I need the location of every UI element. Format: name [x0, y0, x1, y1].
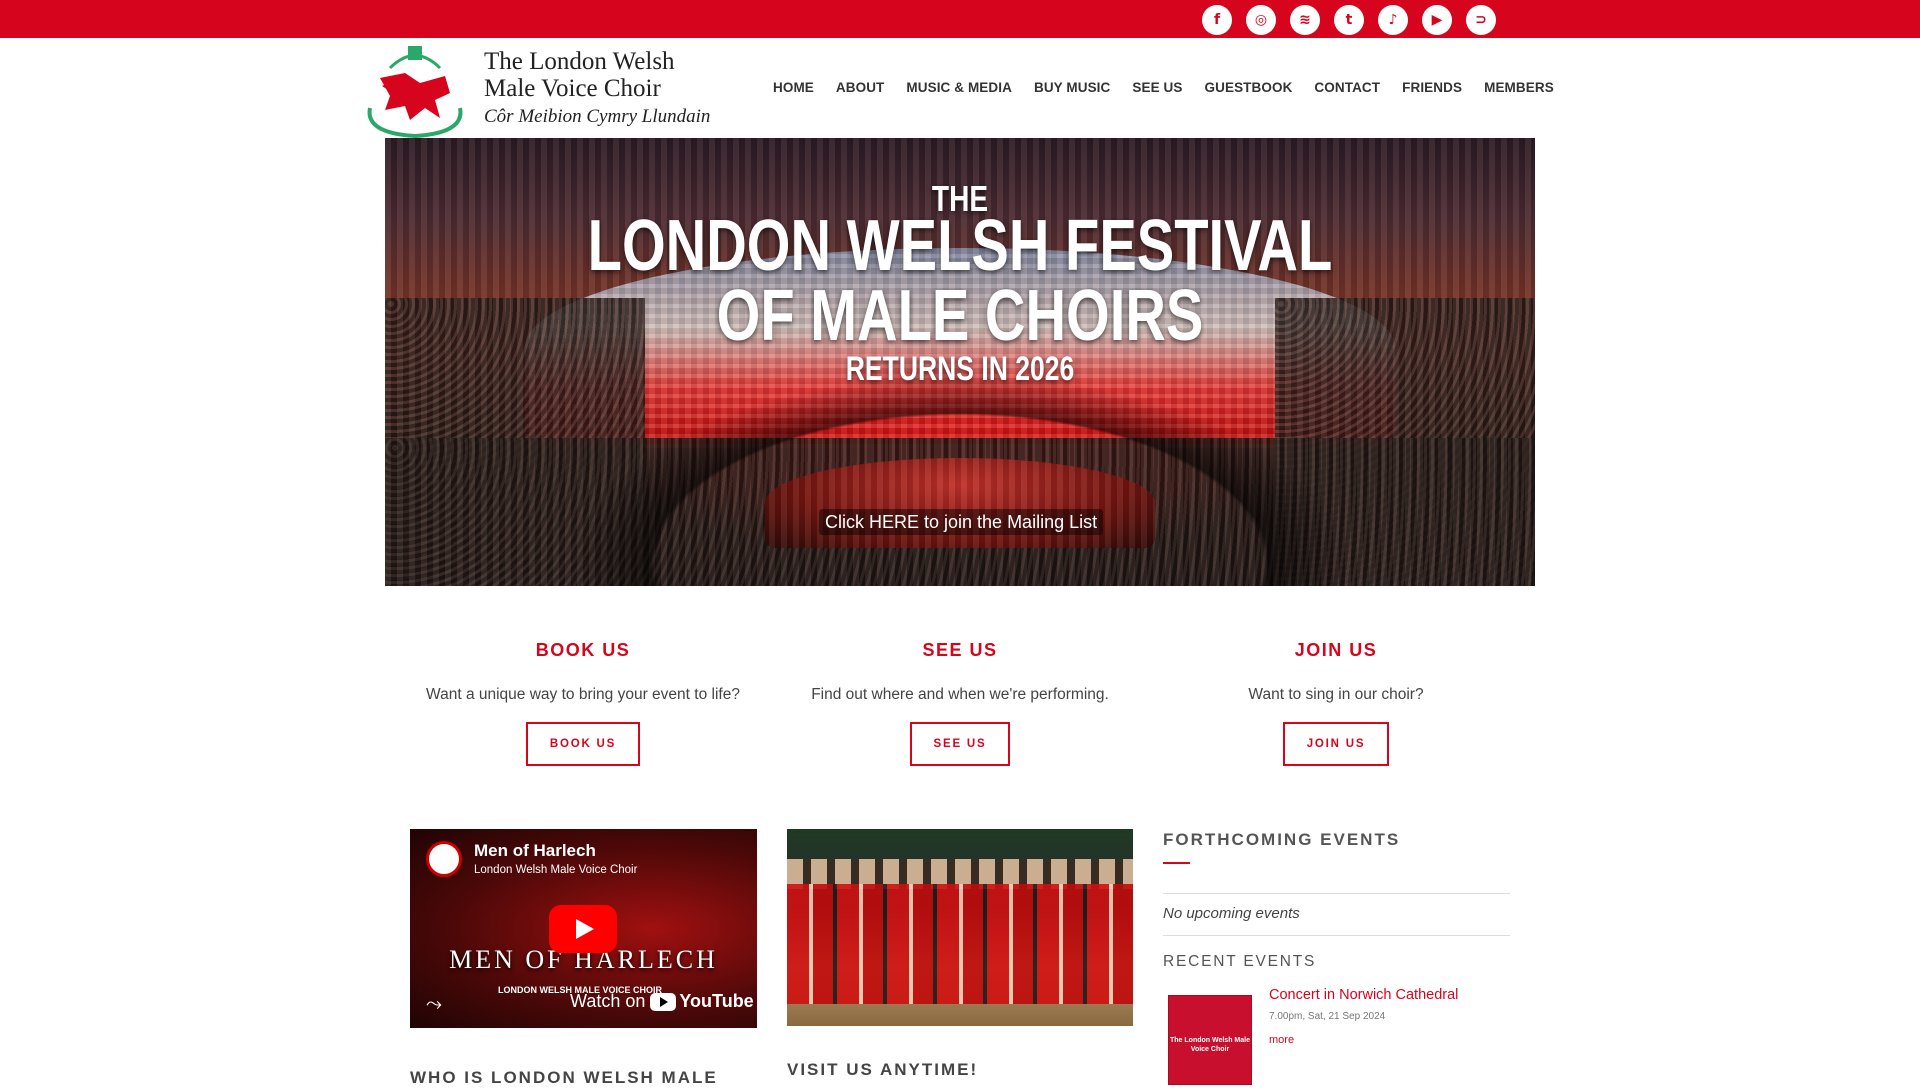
join-us-button[interactable]: JOIN US: [1282, 722, 1390, 766]
youtube-play-icon: [650, 992, 677, 1011]
nav-see-us[interactable]: SEE US: [1132, 80, 1182, 95]
play-button[interactable]: [549, 905, 617, 953]
brand-text[interactable]: The London Welsh Male Voice Choir Côr Me…: [484, 48, 710, 132]
facebook-icon[interactable]: f: [1202, 5, 1232, 35]
recent-event-more-link[interactable]: more: [1269, 1034, 1294, 1046]
cta-book-us-title: BOOK US: [535, 640, 631, 660]
main-nav: HOME ABOUT MUSIC & MEDIA BUY MUSIC SEE U…: [773, 80, 1576, 95]
spotify-icon[interactable]: ≋: [1290, 5, 1320, 35]
instagram-icon[interactable]: ◎: [1246, 5, 1276, 35]
top-social-bar: f ◎ ≋ t ♪ ▶ ⊃: [0, 0, 1920, 38]
no-events-text: No upcoming events: [1163, 905, 1300, 922]
cta-join-us-text: Want to sing in our choir?: [1248, 686, 1424, 703]
cta-book-us-text: Want a unique way to bring your event to…: [426, 686, 740, 703]
nav-music-media[interactable]: MUSIC & MEDIA: [906, 80, 1012, 95]
site-header: The London Welsh Male Voice Choir Côr Me…: [0, 38, 1920, 140]
youtube-icon[interactable]: ▶: [1422, 5, 1452, 35]
video-title[interactable]: Men of Harlech: [474, 841, 637, 861]
tiktok-icon[interactable]: ♪: [1378, 5, 1408, 35]
event-poster[interactable]: The London Welsh Male Voice Choir: [1168, 995, 1252, 1085]
book-us-button[interactable]: BOOK US: [525, 722, 641, 766]
youtube-logo: YouTube: [650, 991, 754, 1012]
youtube-wordmark: YouTube: [679, 991, 754, 1011]
recent-event-date: 7.00pm, Sat, 21 Sep 2024: [1269, 1011, 1386, 1022]
cta-see-us-text: Find out where and when we're performing…: [811, 686, 1109, 703]
video-channel[interactable]: London Welsh Male Voice Choir: [474, 864, 637, 876]
hero-line-4: RETURNS IN 2026: [845, 350, 1075, 388]
choir-group-photo: [787, 829, 1133, 1026]
choir-logo[interactable]: [360, 38, 470, 140]
nav-home[interactable]: HOME: [773, 80, 814, 95]
poster-text: The London Welsh Male Voice Choir: [1170, 1037, 1250, 1053]
who-heading: WHO IS LONDON WELSH MALE: [410, 1068, 718, 1087]
events-divider-top: [1163, 893, 1510, 894]
channel-avatar[interactable]: [426, 841, 462, 877]
see-us-button[interactable]: SEE US: [909, 722, 1011, 766]
rss-icon[interactable]: ⊃: [1466, 5, 1496, 35]
cta-join-us: JOIN US Want to sing in our choir? JOIN …: [1146, 640, 1526, 766]
nav-friends[interactable]: FRIENDS: [1402, 80, 1462, 95]
cta-see-us: SEE US Find out where and when we're per…: [770, 640, 1150, 766]
cta-join-us-title: JOIN US: [1294, 640, 1378, 660]
brand-line-3: Côr Meibion Cymry Llundain: [484, 106, 711, 127]
video-header: Men of Harlech London Welsh Male Voice C…: [426, 841, 637, 877]
cta-see-us-title: SEE US: [922, 640, 998, 660]
watch-on-youtube-link[interactable]: Watch on YouTube: [570, 991, 754, 1012]
nav-buy-music[interactable]: BUY MUSIC: [1034, 80, 1110, 95]
nav-contact[interactable]: CONTACT: [1314, 80, 1380, 95]
events-divider-bottom: [1163, 935, 1510, 936]
twitter-icon[interactable]: t: [1334, 5, 1364, 35]
forthcoming-events-title: FORTHCOMING EVENTS: [1163, 830, 1401, 849]
brand-line-1: The London Welsh: [484, 48, 675, 75]
hero-line-2: LONDON WELSH FESTIVAL: [587, 206, 1333, 286]
nav-about[interactable]: ABOUT: [836, 80, 885, 95]
mailing-list-link[interactable]: Click HERE to join the Mailing List: [819, 509, 1104, 535]
nav-guestbook[interactable]: GUESTBOOK: [1205, 80, 1293, 95]
hero-banner[interactable]: THE LONDON WELSH FESTIVAL OF MALE CHOIRS…: [385, 138, 1535, 586]
visit-heading: VISIT US ANYTIME!: [787, 1060, 979, 1079]
recent-events-title: RECENT EVENTS: [1163, 953, 1317, 970]
watch-on-label: Watch on: [570, 991, 646, 1011]
nav-members[interactable]: MEMBERS: [1484, 80, 1554, 95]
brand-line-2: Male Voice Choir: [484, 75, 661, 102]
recent-event-link[interactable]: Concert in Norwich Cathedral: [1269, 987, 1458, 1003]
share-icon[interactable]: ⤳: [426, 991, 442, 1015]
cta-book-us: BOOK US Want a unique way to bring your …: [393, 640, 773, 766]
photo-choir-members: [787, 884, 1133, 1004]
youtube-video-embed[interactable]: Men of Harlech London Welsh Male Voice C…: [410, 829, 757, 1028]
social-links: f ◎ ≋ t ♪ ▶ ⊃: [1202, 5, 1496, 35]
events-title-underline: [1163, 862, 1190, 864]
hero-line-3: OF MALE CHOIRS: [716, 276, 1204, 356]
